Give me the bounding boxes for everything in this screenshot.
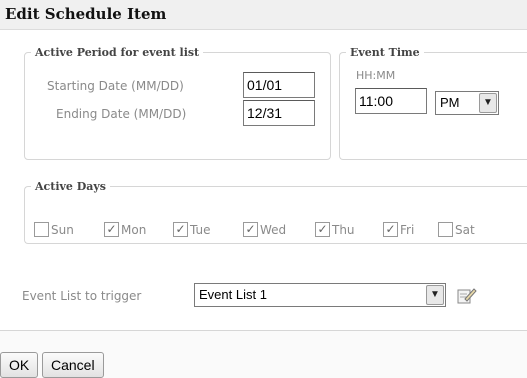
- event-list-trigger-label: Event List to trigger: [22, 289, 142, 303]
- day-fri[interactable]: ✓ Fri: [383, 219, 414, 237]
- chevron-down-icon[interactable]: ▼: [426, 285, 444, 305]
- checkbox-thu[interactable]: ✓: [315, 222, 330, 237]
- dialog-title-bar: Edit Schedule Item: [0, 0, 527, 30]
- day-label-sun: Sun: [51, 222, 74, 237]
- checkbox-sun[interactable]: [34, 222, 49, 237]
- time-format-hint: HH:MM: [356, 69, 396, 82]
- ending-date-label: Ending Date (MM/DD): [56, 107, 187, 121]
- day-label-tue: Tue: [190, 222, 211, 237]
- ok-button[interactable]: OK: [0, 352, 39, 378]
- day-tue[interactable]: ✓ Tue: [173, 219, 211, 237]
- event-list-select-value: Event List 1: [199, 287, 267, 302]
- day-label-mon: Mon: [121, 222, 147, 237]
- cancel-button[interactable]: Cancel: [42, 352, 104, 378]
- starting-date-input[interactable]: 01/01: [243, 72, 315, 98]
- checkbox-mon[interactable]: ✓: [104, 222, 119, 237]
- starting-date-label: Starting Date (MM/DD): [47, 79, 184, 93]
- checkbox-tue[interactable]: ✓: [173, 222, 188, 237]
- day-label-wed: Wed: [260, 222, 287, 237]
- checkbox-wed[interactable]: ✓: [243, 222, 258, 237]
- event-time-legend: Event Time: [350, 46, 420, 59]
- checkbox-sat[interactable]: [438, 222, 453, 237]
- day-sun[interactable]: Sun: [34, 219, 74, 237]
- dialog-title: Edit Schedule Item: [5, 5, 167, 23]
- edit-list-icon[interactable]: [456, 284, 478, 306]
- ending-date-input[interactable]: 12/31: [243, 100, 315, 126]
- chevron-down-icon[interactable]: ▼: [479, 93, 497, 113]
- day-label-thu: Thu: [332, 222, 355, 237]
- day-sat[interactable]: Sat: [438, 219, 475, 237]
- day-label-sat: Sat: [455, 222, 475, 237]
- ampm-select[interactable]: PM ▼: [435, 91, 499, 115]
- event-time-input[interactable]: 11:00: [355, 88, 427, 114]
- day-thu[interactable]: ✓ Thu: [315, 219, 355, 237]
- day-mon[interactable]: ✓ Mon: [104, 219, 146, 237]
- active-period-legend: Active Period for event list: [35, 46, 200, 59]
- event-list-select[interactable]: Event List 1 ▼: [194, 283, 446, 307]
- checkbox-fri[interactable]: ✓: [383, 222, 398, 237]
- ampm-select-value: PM: [440, 95, 460, 110]
- day-label-fri: Fri: [400, 222, 415, 237]
- active-days-legend: Active Days: [35, 180, 106, 193]
- day-wed[interactable]: ✓ Wed: [243, 219, 286, 237]
